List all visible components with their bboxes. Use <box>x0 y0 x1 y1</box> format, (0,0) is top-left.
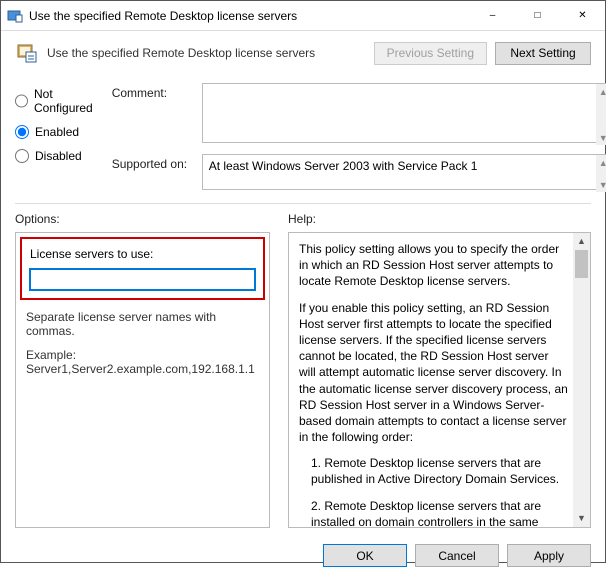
comment-scrollbar[interactable]: ▲ ▼ <box>596 84 606 145</box>
radio-enabled-input[interactable] <box>15 125 29 139</box>
next-setting-button[interactable]: Next Setting <box>495 42 591 65</box>
header: Use the specified Remote Desktop license… <box>15 41 591 65</box>
window-controls: ‒ □ ✕ <box>470 1 605 30</box>
options-highlight: License servers to use: <box>20 237 265 300</box>
options-panel: License servers to use: Separate license… <box>15 232 270 528</box>
titlebar: Use the specified Remote Desktop license… <box>1 1 605 31</box>
comment-input[interactable] <box>202 83 606 143</box>
options-hint-2: Example: Server1,Server2.example.com,192… <box>26 348 259 376</box>
divider <box>15 203 591 204</box>
ok-button[interactable]: OK <box>323 544 407 567</box>
scroll-down-icon[interactable]: ▼ <box>596 130 606 145</box>
license-servers-caption: License servers to use: <box>30 247 255 261</box>
radio-disabled[interactable]: Disabled <box>15 149 94 163</box>
maximize-button[interactable]: □ <box>515 1 560 30</box>
help-paragraph: If you enable this policy setting, an RD… <box>299 300 568 446</box>
minimize-button[interactable]: ‒ <box>470 1 515 30</box>
radio-enabled[interactable]: Enabled <box>15 125 94 139</box>
options-heading: Options: <box>15 212 270 226</box>
supported-scrollbar[interactable]: ▲ ▼ <box>596 155 606 192</box>
app-icon <box>7 8 23 24</box>
help-paragraph: 2. Remote Desktop license servers that a… <box>299 498 568 528</box>
window-title: Use the specified Remote Desktop license… <box>29 9 470 23</box>
help-paragraph: 1. Remote Desktop license servers that a… <box>299 455 568 487</box>
help-heading: Help: <box>288 212 591 226</box>
radio-disabled-label: Disabled <box>35 149 82 163</box>
supported-on-text <box>202 154 606 190</box>
scrollbar-track[interactable] <box>573 278 590 510</box>
radio-enabled-label: Enabled <box>35 125 79 139</box>
footer: OK Cancel Apply <box>1 534 605 579</box>
previous-setting-button: Previous Setting <box>374 42 487 65</box>
radio-disabled-input[interactable] <box>15 149 29 163</box>
policy-title: Use the specified Remote Desktop license… <box>47 46 315 60</box>
help-paragraph: This policy setting allows you to specif… <box>299 241 568 290</box>
comment-label: Comment: <box>112 83 192 100</box>
scroll-down-icon[interactable]: ▼ <box>596 177 606 192</box>
close-button[interactable]: ✕ <box>560 1 605 30</box>
radio-not-configured-input[interactable] <box>15 94 28 108</box>
state-radios: Not Configured Enabled Disabled <box>15 83 94 193</box>
policy-icon <box>15 41 39 65</box>
scroll-up-icon[interactable]: ▲ <box>573 233 590 250</box>
scroll-up-icon[interactable]: ▲ <box>596 84 606 99</box>
scrollbar-thumb[interactable] <box>575 250 588 278</box>
help-scrollbar[interactable]: ▲ ▼ <box>573 233 590 527</box>
scroll-down-icon[interactable]: ▼ <box>573 510 590 527</box>
license-servers-input[interactable] <box>30 269 255 290</box>
radio-not-configured[interactable]: Not Configured <box>15 87 94 115</box>
help-panel: This policy setting allows you to specif… <box>288 232 591 528</box>
radio-not-configured-label: Not Configured <box>34 87 94 115</box>
cancel-button[interactable]: Cancel <box>415 544 499 567</box>
apply-button[interactable]: Apply <box>507 544 591 567</box>
options-hint-1: Separate license server names with comma… <box>26 310 259 338</box>
scroll-up-icon[interactable]: ▲ <box>596 155 606 170</box>
supported-label: Supported on: <box>112 154 192 171</box>
